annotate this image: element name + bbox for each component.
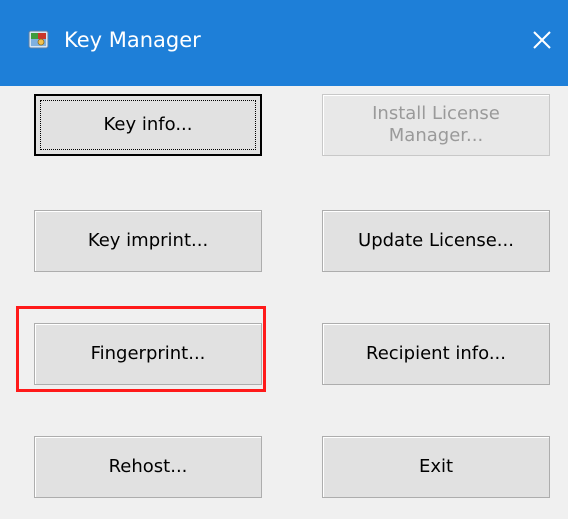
update-license-button[interactable]: Update License... <box>322 210 550 272</box>
key-manager-window: Key Manager Key info... Install License … <box>0 0 568 519</box>
rehost-button[interactable]: Rehost... <box>34 436 262 498</box>
fingerprint-button[interactable]: Fingerprint... <box>34 323 262 385</box>
close-icon <box>533 31 551 49</box>
key-imprint-button[interactable]: Key imprint... <box>34 210 262 272</box>
install-license-manager-button[interactable]: Install License Manager... <box>322 94 550 156</box>
recipient-info-button[interactable]: Recipient info... <box>322 323 550 385</box>
key-manager-app-icon <box>28 30 49 49</box>
exit-button[interactable]: Exit <box>322 436 550 498</box>
key-info-button[interactable]: Key info... <box>34 94 262 156</box>
window-title: Key Manager <box>64 28 201 52</box>
close-button[interactable] <box>516 14 568 66</box>
title-bar: Key Manager <box>0 0 568 86</box>
